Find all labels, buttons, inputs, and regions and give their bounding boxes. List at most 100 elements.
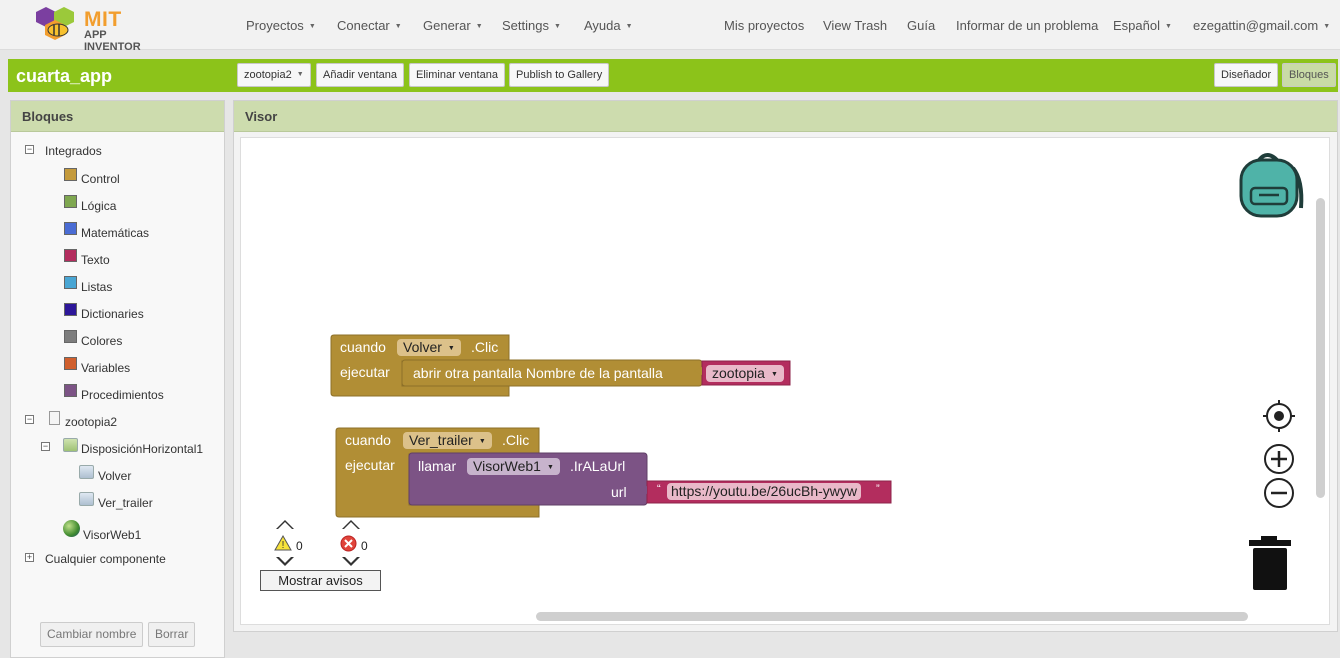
menu-ayuda[interactable]: Ayuda ▼ bbox=[584, 18, 633, 33]
do-keyword: ejecutar bbox=[340, 364, 390, 380]
screen-select[interactable]: zootopia2 ▼ bbox=[237, 63, 311, 87]
menu-generar[interactable]: Generar ▼ bbox=[423, 18, 483, 33]
top-navbar: MIT APP INVENTOR Proyectos ▼ Conectar ▼ Ge… bbox=[0, 0, 1340, 53]
project-toolbar: cuarta_app zootopia2 ▼ Añadir ventana Eli… bbox=[8, 59, 1338, 92]
math-color-icon bbox=[64, 222, 77, 235]
zoom-in-icon[interactable] bbox=[1263, 443, 1295, 475]
rename-button[interactable]: Cambiar nombre bbox=[40, 622, 144, 647]
control-color-icon bbox=[64, 168, 77, 181]
horizontal-scrollbar[interactable] bbox=[536, 612, 1248, 621]
caret-down-icon: ▼ bbox=[1323, 23, 1331, 30]
caret-down-icon: ▼ bbox=[475, 23, 483, 30]
tree-builtin[interactable]: Integrados bbox=[45, 144, 102, 158]
category-colors[interactable]: Colores bbox=[81, 334, 122, 348]
url-text-value[interactable]: https://youtu.be/26ucBh-ywyw bbox=[667, 483, 861, 500]
category-text[interactable]: Texto bbox=[81, 253, 110, 267]
close-quote-icon: ” bbox=[876, 483, 880, 495]
app-inventor-logo[interactable]: MIT APP INVENTOR bbox=[34, 6, 164, 53]
dropdown-arrow-icon: ▼ bbox=[447, 345, 455, 352]
caret-down-icon: ▼ bbox=[394, 23, 402, 30]
screen-name-value[interactable]: zootopia ▼ bbox=[706, 365, 784, 382]
logic-color-icon bbox=[64, 195, 77, 208]
call-component-name: VisorWeb1 bbox=[473, 458, 541, 474]
procedures-color-icon bbox=[64, 384, 77, 397]
link-guia[interactable]: Guía bbox=[907, 18, 935, 33]
category-dictionaries[interactable]: Dictionaries bbox=[81, 307, 144, 321]
warnings-count: 0 bbox=[296, 539, 303, 553]
menu-settings[interactable]: Settings ▼ bbox=[502, 18, 561, 33]
recenter-target-icon[interactable] bbox=[1263, 400, 1295, 432]
call-component-dropdown[interactable]: VisorWeb1 ▼ bbox=[467, 458, 560, 475]
backpack-icon[interactable] bbox=[1237, 150, 1307, 220]
tree-arrangement[interactable]: DisposiciónHorizontal1 bbox=[81, 442, 203, 456]
user-menu[interactable]: ezegattin@gmail.com ▼ bbox=[1193, 18, 1330, 33]
tree-webviewer[interactable]: VisorWeb1 bbox=[83, 528, 141, 542]
warnings-next-arrow-icon[interactable] bbox=[276, 555, 294, 566]
category-procedures[interactable]: Procedimientos bbox=[81, 388, 164, 402]
menu-label: Proyectos bbox=[246, 18, 304, 33]
language-menu[interactable]: Español ▼ bbox=[1113, 18, 1172, 33]
project-name: cuarta_app bbox=[16, 66, 113, 86]
horizontal-arrangement-icon bbox=[63, 438, 78, 452]
component-dropdown[interactable]: Volver ▼ bbox=[397, 339, 461, 356]
collapse-toggle-icon[interactable]: − bbox=[25, 415, 34, 424]
delete-button[interactable]: Borrar bbox=[148, 622, 196, 647]
designer-button[interactable]: Diseñador bbox=[1214, 63, 1279, 87]
component-dropdown[interactable]: Ver_trailer ▼ bbox=[403, 432, 492, 449]
user-email: ezegattin@gmail.com bbox=[1193, 18, 1319, 33]
category-control[interactable]: Control bbox=[81, 172, 120, 186]
caret-down-icon: ▼ bbox=[296, 71, 304, 78]
collapse-toggle-icon[interactable]: − bbox=[25, 145, 34, 154]
button-component-icon bbox=[79, 492, 94, 506]
caret-down-icon: ▼ bbox=[625, 23, 633, 30]
warnings-prev-arrow-icon[interactable] bbox=[276, 520, 294, 529]
open-quote-icon: “ bbox=[657, 483, 661, 495]
expand-toggle-icon[interactable]: + bbox=[25, 553, 34, 562]
url-param-label: url bbox=[611, 484, 627, 500]
dictionaries-color-icon bbox=[64, 303, 77, 316]
category-logic[interactable]: Lógica bbox=[81, 199, 116, 213]
event-name: .Clic bbox=[502, 432, 530, 448]
dropdown-arrow-icon: ▼ bbox=[770, 371, 778, 378]
tree-any-component[interactable]: Cualquier componente bbox=[45, 552, 166, 566]
blocks-button[interactable]: Bloques bbox=[1282, 63, 1336, 87]
link-report-problem[interactable]: Informar de un problema bbox=[956, 18, 1098, 33]
screen-select-label: zootopia2 bbox=[244, 69, 292, 81]
errors-prev-arrow-icon[interactable] bbox=[342, 520, 360, 529]
zoom-out-icon[interactable] bbox=[1263, 477, 1295, 509]
component-name: Volver bbox=[403, 339, 442, 355]
remove-screen-button[interactable]: Eliminar ventana bbox=[409, 63, 505, 87]
publish-gallery-button[interactable]: Publish to Gallery bbox=[509, 63, 610, 87]
trash-icon[interactable] bbox=[1247, 534, 1293, 592]
add-screen-button[interactable]: Añadir ventana bbox=[316, 63, 404, 87]
menu-label: Ayuda bbox=[584, 18, 621, 33]
menu-conectar[interactable]: Conectar ▼ bbox=[337, 18, 402, 33]
vertical-scrollbar[interactable] bbox=[1316, 198, 1325, 498]
text-color-icon bbox=[64, 249, 77, 262]
tree-screen[interactable]: zootopia2 bbox=[65, 415, 117, 429]
blocks-workspace[interactable]: cuando Volver ▼ .Clic ejecutar abrir otra… bbox=[240, 137, 1330, 625]
collapse-toggle-icon[interactable]: − bbox=[41, 442, 50, 451]
category-lists[interactable]: Listas bbox=[81, 280, 112, 294]
bee-logo-icon bbox=[36, 7, 74, 40]
errors-count: 0 bbox=[361, 539, 368, 553]
link-mis-proyectos[interactable]: Mis proyectos bbox=[724, 18, 804, 33]
show-warnings-button[interactable]: Mostrar avisos bbox=[260, 570, 381, 591]
menu-proyectos[interactable]: Proyectos ▼ bbox=[246, 18, 316, 33]
category-math[interactable]: Matemáticas bbox=[81, 226, 149, 240]
webviewer-globe-icon bbox=[63, 520, 80, 537]
tree-button-ver-trailer[interactable]: Ver_trailer bbox=[98, 496, 153, 510]
when-keyword: cuando bbox=[340, 339, 386, 355]
when-keyword: cuando bbox=[345, 432, 391, 448]
errors-next-arrow-icon[interactable] bbox=[342, 555, 360, 566]
lists-color-icon bbox=[64, 276, 77, 289]
call-keyword: llamar bbox=[418, 458, 457, 474]
open-screen-action: abrir otra pantalla Nombre de la pantall… bbox=[413, 365, 663, 381]
colors-color-icon bbox=[64, 330, 77, 343]
button-component-icon bbox=[79, 465, 94, 479]
tree-button-volver[interactable]: Volver bbox=[98, 469, 131, 483]
link-view-trash[interactable]: View Trash bbox=[823, 18, 887, 33]
menu-label: Settings bbox=[502, 18, 549, 33]
svg-text:!: ! bbox=[282, 540, 285, 551]
category-variables[interactable]: Variables bbox=[81, 361, 130, 375]
